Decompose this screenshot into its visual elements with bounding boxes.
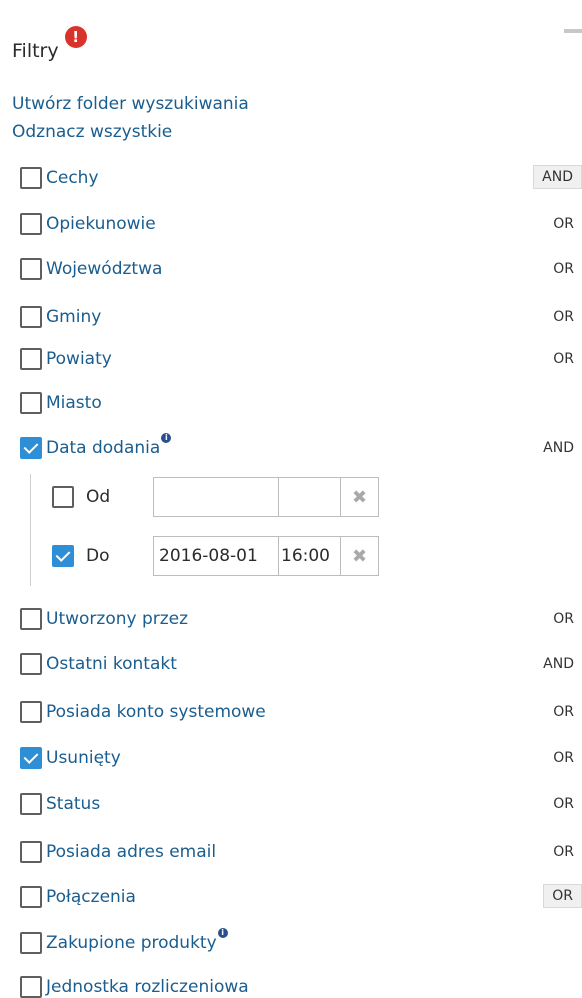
operator-toggle[interactable]: OR: [553, 216, 574, 232]
filter-row-jednostka[interactable]: Jednostka rozliczeniowa: [20, 972, 582, 998]
checkbox[interactable]: [20, 653, 42, 675]
checkbox[interactable]: [20, 976, 42, 998]
filter-label: Usunięty: [46, 748, 121, 768]
clear-icon[interactable]: ✖: [341, 537, 378, 575]
operator-toggle[interactable]: OR: [553, 309, 574, 325]
info-icon[interactable]: i: [217, 927, 228, 938]
filter-row-usuniety[interactable]: Usunięty OR: [20, 743, 582, 773]
operator-toggle[interactable]: AND: [543, 440, 574, 456]
checkbox-checked[interactable]: [20, 747, 42, 769]
filter-row-powiaty[interactable]: Powiaty OR: [20, 344, 582, 374]
date-from-input[interactable]: [154, 478, 279, 516]
filter-row-polaczenia[interactable]: Połączenia OR: [20, 882, 582, 912]
filter-row-gminy[interactable]: Gminy OR: [20, 302, 582, 332]
checkbox[interactable]: [52, 486, 74, 508]
filter-actions: Utwórz folder wyszukiwania Odznacz wszys…: [12, 90, 249, 146]
filter-row-wojewodztwa[interactable]: Województwa OR: [20, 254, 582, 284]
operator-toggle[interactable]: AND: [543, 656, 574, 672]
filter-label: Posiada konto systemowe: [46, 702, 266, 722]
uncheck-all-link[interactable]: Odznacz wszystkie: [12, 118, 249, 146]
checkbox[interactable]: [20, 841, 42, 863]
checkbox[interactable]: [20, 392, 42, 414]
filter-row-zakupione-produkty[interactable]: Zakupione produktyi: [20, 927, 582, 958]
date-subgroup-line: [30, 474, 40, 586]
filter-row-cechy[interactable]: Cechy AND: [20, 163, 582, 193]
filter-label: Opiekunowie: [46, 214, 156, 234]
filter-label: Miasto: [46, 393, 102, 413]
info-icon[interactable]: i: [161, 432, 172, 443]
date-from-row[interactable]: Od: [52, 480, 110, 514]
operator-toggle[interactable]: OR: [553, 261, 574, 277]
operator-toggle[interactable]: OR: [553, 611, 574, 627]
operator-toggle-button[interactable]: AND: [533, 165, 582, 189]
filter-row-miasto[interactable]: Miasto: [20, 388, 582, 418]
filter-row-opiekunowie[interactable]: Opiekunowie OR: [20, 209, 582, 239]
operator-toggle[interactable]: OR: [553, 351, 574, 367]
operator-toggle[interactable]: OR: [553, 844, 574, 860]
checkbox[interactable]: [20, 886, 42, 908]
checkbox[interactable]: [20, 932, 42, 954]
operator-toggle[interactable]: OR: [553, 750, 574, 766]
date-from-field[interactable]: ✖: [153, 477, 379, 517]
date-to-input[interactable]: 2016-08-01: [154, 537, 279, 575]
page-title: Filtry: [12, 40, 59, 62]
collapse-panel-icon[interactable]: [564, 29, 582, 33]
filter-label: Data dodaniai: [46, 432, 172, 458]
filter-row-data-dodania[interactable]: Data dodaniai AND: [20, 432, 582, 463]
filter-row-ostatni-kontakt[interactable]: Ostatni kontakt AND: [20, 649, 582, 679]
filter-label: Cechy: [46, 168, 99, 188]
filter-label: Ostatni kontakt: [46, 654, 177, 674]
date-to-label: Do: [86, 546, 110, 566]
filter-label: Połączenia: [46, 887, 136, 907]
filter-label: Utworzony przez: [46, 609, 189, 629]
checkbox[interactable]: [20, 348, 42, 370]
date-to-row[interactable]: Do: [52, 539, 110, 573]
checkbox[interactable]: [20, 167, 42, 189]
filter-label: Posiada adres email: [46, 842, 217, 862]
filter-row-status[interactable]: Status OR: [20, 789, 582, 819]
create-search-folder-link[interactable]: Utwórz folder wyszukiwania: [12, 90, 249, 118]
operator-toggle[interactable]: OR: [553, 796, 574, 812]
checkbox[interactable]: [20, 306, 42, 328]
checkbox[interactable]: [20, 213, 42, 235]
filter-label: Zakupione produktyi: [46, 927, 228, 953]
alert-icon[interactable]: !: [64, 26, 87, 48]
checkbox-checked[interactable]: [52, 545, 74, 567]
checkbox[interactable]: [20, 608, 42, 630]
filter-label: Status: [46, 794, 101, 814]
checkbox-checked[interactable]: [20, 437, 42, 459]
clear-icon[interactable]: ✖: [341, 478, 378, 516]
filter-label: Powiaty: [46, 349, 112, 369]
filters-header: Filtry !: [12, 26, 87, 66]
checkbox[interactable]: [20, 793, 42, 815]
filter-label: Województwa: [46, 259, 163, 279]
date-to-field[interactable]: 2016-08-01 16:00 ✖: [153, 536, 379, 576]
time-from-input[interactable]: [279, 478, 341, 516]
checkbox[interactable]: [20, 701, 42, 723]
filter-row-posiada-konto[interactable]: Posiada konto systemowe OR: [20, 697, 582, 727]
time-to-input[interactable]: 16:00: [279, 537, 341, 575]
filter-label: Jednostka rozliczeniowa: [46, 977, 249, 997]
date-from-label: Od: [86, 487, 111, 507]
checkbox[interactable]: [20, 258, 42, 280]
filter-row-posiada-email[interactable]: Posiada adres email OR: [20, 837, 582, 867]
filter-label: Gminy: [46, 307, 102, 327]
filter-row-utworzony-przez[interactable]: Utworzony przez OR: [20, 604, 582, 634]
operator-toggle[interactable]: OR: [553, 704, 574, 720]
operator-toggle-button[interactable]: OR: [543, 884, 582, 908]
